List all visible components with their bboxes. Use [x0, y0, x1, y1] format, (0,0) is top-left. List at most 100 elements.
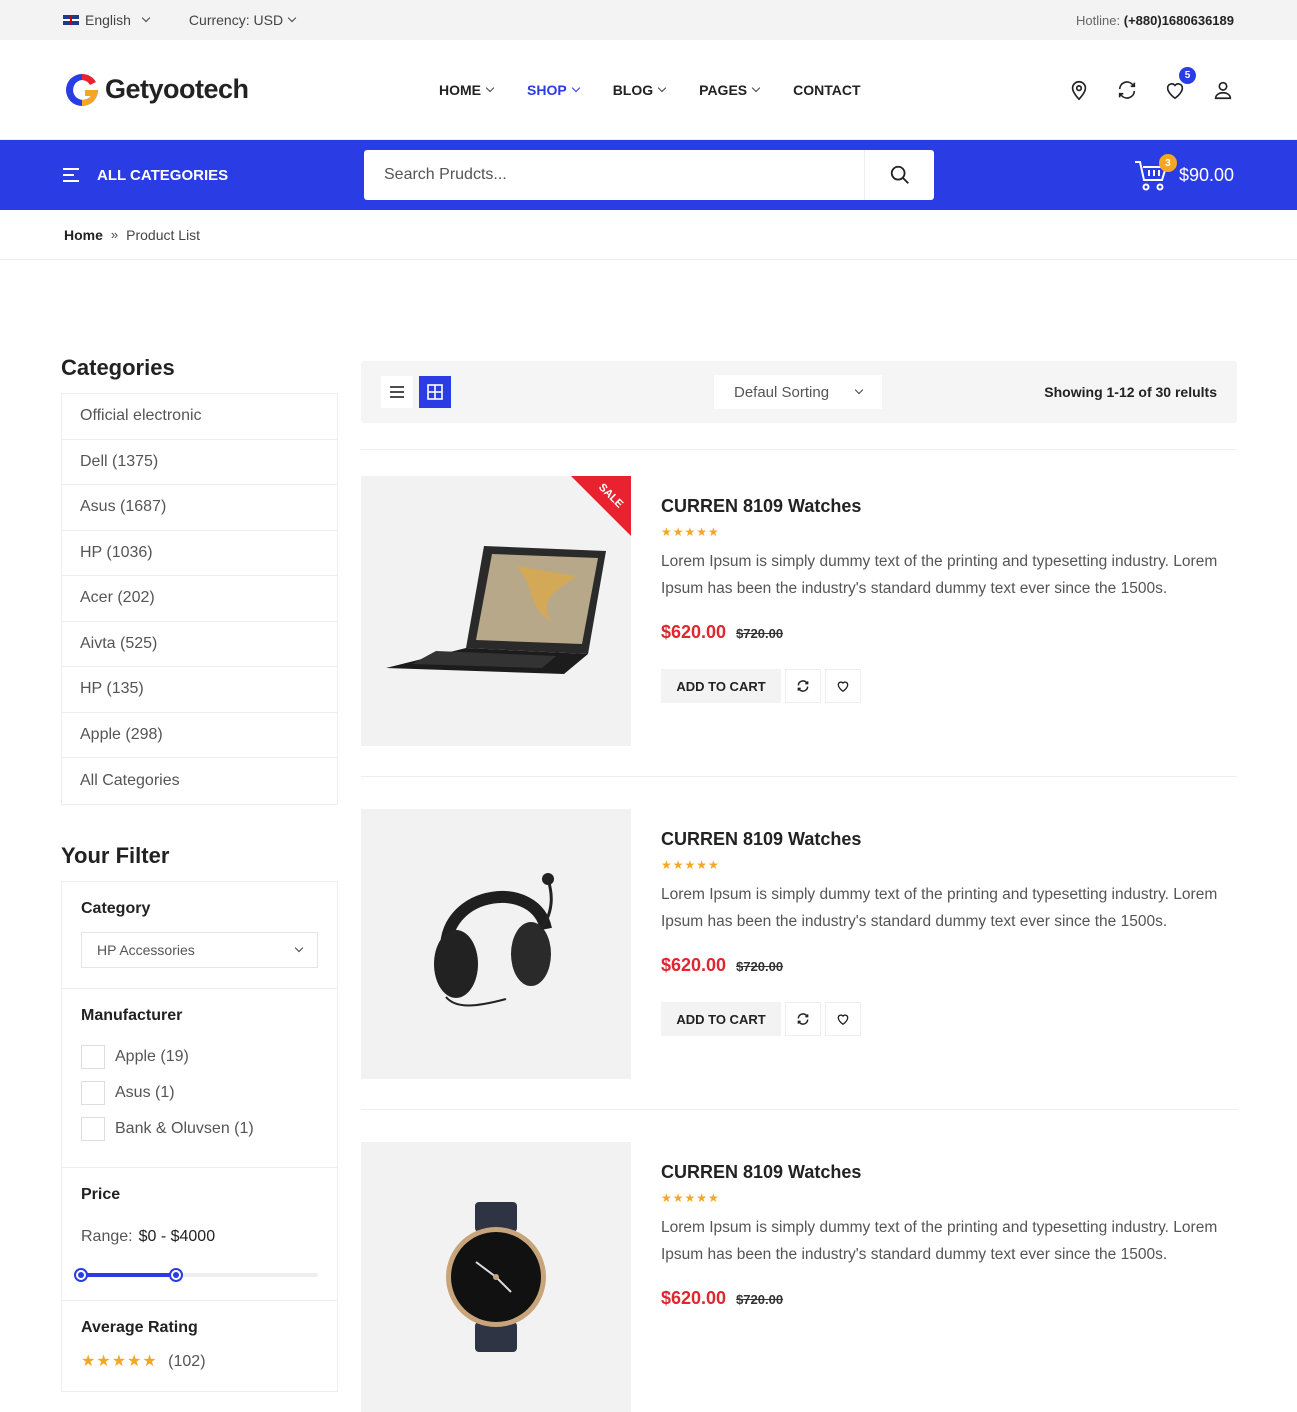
rating-label: Average Rating	[81, 1318, 198, 1336]
chevron-down-icon	[571, 83, 580, 92]
manufacturer-checkbox[interactable]: Asus (1)	[81, 1075, 318, 1111]
slider-handle-min[interactable]	[74, 1267, 88, 1282]
cart-button[interactable]: 3 $90.00	[1133, 154, 1234, 192]
product-title[interactable]: CURREN 8109 Watches	[661, 1162, 1237, 1183]
site-header: Getyootech HOME SHOP BLOG PAGES CONTACT …	[0, 40, 1297, 140]
logo-text: Getyootech	[105, 74, 249, 104]
nav-shop[interactable]: SHOP	[527, 82, 580, 98]
header-icons: 5	[1068, 66, 1234, 101]
range-label: Range:	[81, 1227, 133, 1245]
product-actions: ADD TO CART	[661, 669, 1237, 703]
nav-contact[interactable]: CONTACT	[793, 82, 860, 98]
divider	[361, 776, 1237, 777]
currency-selector[interactable]: Currency: USD	[188, 12, 297, 28]
chevron-down-icon	[141, 13, 151, 23]
categories-title: Categories	[61, 355, 175, 380]
product-image[interactable]	[361, 809, 631, 1079]
chevron-down-icon	[657, 83, 667, 92]
watch-image	[446, 1202, 546, 1352]
star-rating-icon: ★★★★★	[661, 858, 720, 872]
cart-count-badge: 3	[1158, 154, 1177, 172]
checkbox[interactable]	[81, 1116, 105, 1141]
product-image[interactable]: SALE	[361, 476, 631, 746]
sort-select[interactable]: Defaul Sorting	[714, 375, 882, 409]
price-range: Range: $0 - $4000	[81, 1228, 318, 1246]
hotline: Hotline: (+880)1680636189	[1076, 13, 1234, 28]
heart-icon	[837, 681, 849, 693]
checkbox-label: Asus (1)	[115, 1083, 175, 1101]
category-item[interactable]: Aivta (525)	[62, 622, 337, 667]
category-item[interactable]: All Categories	[62, 758, 337, 804]
search-button[interactable]	[864, 150, 934, 200]
search-icon	[890, 165, 909, 184]
location-pin-icon[interactable]	[1068, 79, 1090, 101]
compare-icon[interactable]	[1116, 79, 1138, 101]
product-price: $620.00 $720.00	[661, 955, 1237, 976]
chevron-down-icon	[751, 83, 761, 92]
chevron-down-icon	[294, 943, 304, 952]
add-to-cart-button[interactable]: ADD TO CART	[661, 669, 781, 703]
manufacturer-checkbox[interactable]: Bank & Oluvsen (1)	[81, 1111, 318, 1147]
language-selector[interactable]: English	[63, 12, 151, 28]
currency-label: Currency: USD	[188, 12, 284, 28]
category-item[interactable]: Acer (202)	[62, 576, 337, 622]
product-info: CURREN 8109 Watches ★★★★★ Lorem Ipsum is…	[661, 476, 1237, 746]
add-to-cart-button[interactable]: ADD TO CART	[661, 1002, 781, 1036]
logo-mark-icon	[66, 73, 98, 106]
category-select-value: HP Accessories	[97, 941, 195, 958]
checkbox[interactable]	[81, 1080, 105, 1105]
category-item[interactable]: Apple (298)	[62, 713, 337, 758]
nav-label: PAGES	[699, 81, 748, 98]
category-item[interactable]: HP (1036)	[62, 531, 337, 576]
nav-blog[interactable]: BLOG	[613, 82, 667, 98]
category-item[interactable]: Asus (1687)	[62, 485, 337, 531]
product-title[interactable]: CURREN 8109 Watches	[661, 829, 1237, 850]
logo[interactable]: Getyootech	[63, 71, 423, 109]
wishlist-button[interactable]	[825, 669, 861, 703]
divider	[361, 1109, 1237, 1110]
breadcrumb-home[interactable]: Home	[64, 227, 103, 243]
compare-button[interactable]	[785, 1002, 821, 1036]
manufacturer-label: Manufacturer	[81, 1006, 183, 1024]
filter-box: Category HP Accessories Manufacturer App…	[61, 880, 338, 1392]
slider-handle-max[interactable]	[168, 1267, 183, 1282]
product-price: $620.00 $720.00	[661, 1288, 1237, 1309]
rating-row[interactable]: ★★★★★ (102)	[81, 1351, 318, 1371]
product-card: SALE CURREN 8109 Watches ★★★★★ Lorem Ips…	[361, 476, 1237, 746]
price-slider[interactable]	[74, 1267, 318, 1282]
product-description: Lorem Ipsum is simply dummy text of the …	[661, 886, 1218, 930]
category-item[interactable]: Official electronic	[62, 394, 337, 440]
grid-view-button[interactable]	[419, 376, 451, 408]
category-item[interactable]: HP (135)	[62, 667, 337, 713]
sidebar: Categories Official electronic Dell (137…	[61, 355, 338, 1392]
old-price: $720.00	[736, 959, 784, 974]
product-description: Lorem Ipsum is simply dummy text of the …	[661, 553, 1218, 597]
product-title[interactable]: CURREN 8109 Watches	[661, 496, 1237, 517]
wishlist-button[interactable]: 5	[1164, 66, 1196, 101]
product-description: Lorem Ipsum is simply dummy text of the …	[661, 1219, 1218, 1263]
product-card: CURREN 8109 Watches ★★★★★ Lorem Ipsum is…	[361, 1142, 1237, 1412]
list-view-button[interactable]	[381, 376, 413, 408]
wishlist-button[interactable]	[825, 1002, 861, 1036]
heart-icon	[837, 1014, 849, 1026]
nav-home[interactable]: HOME	[439, 81, 495, 98]
filter-manufacturer-section: Manufacturer Apple (19) Asus (1) Bank & …	[62, 989, 337, 1168]
top-bar: English Currency: USD Hotline: (+880)168…	[0, 0, 1297, 40]
checkbox[interactable]	[81, 1044, 105, 1069]
manufacturer-checkbox[interactable]: Apple (19)	[81, 1039, 318, 1075]
nav-pages[interactable]: PAGES	[699, 81, 761, 98]
category-select[interactable]: HP Accessories	[81, 931, 318, 968]
product-image[interactable]	[361, 1142, 631, 1412]
search-box	[364, 150, 934, 200]
category-item[interactable]: Dell (1375)	[62, 440, 337, 485]
laptop-image	[386, 546, 606, 674]
compare-button[interactable]	[785, 669, 821, 703]
user-icon[interactable]	[1212, 79, 1234, 101]
old-price: $720.00	[736, 1292, 784, 1307]
nav-label: HOME	[439, 81, 481, 98]
filter-rating-section: Average Rating ★★★★★ (102)	[62, 1301, 337, 1392]
all-categories-button[interactable]: ALL CATEGORIES	[63, 167, 364, 184]
search-input[interactable]	[364, 150, 864, 200]
sort-value: Defaul Sorting	[734, 383, 830, 401]
product-price: $620.00 $720.00	[661, 622, 1237, 643]
